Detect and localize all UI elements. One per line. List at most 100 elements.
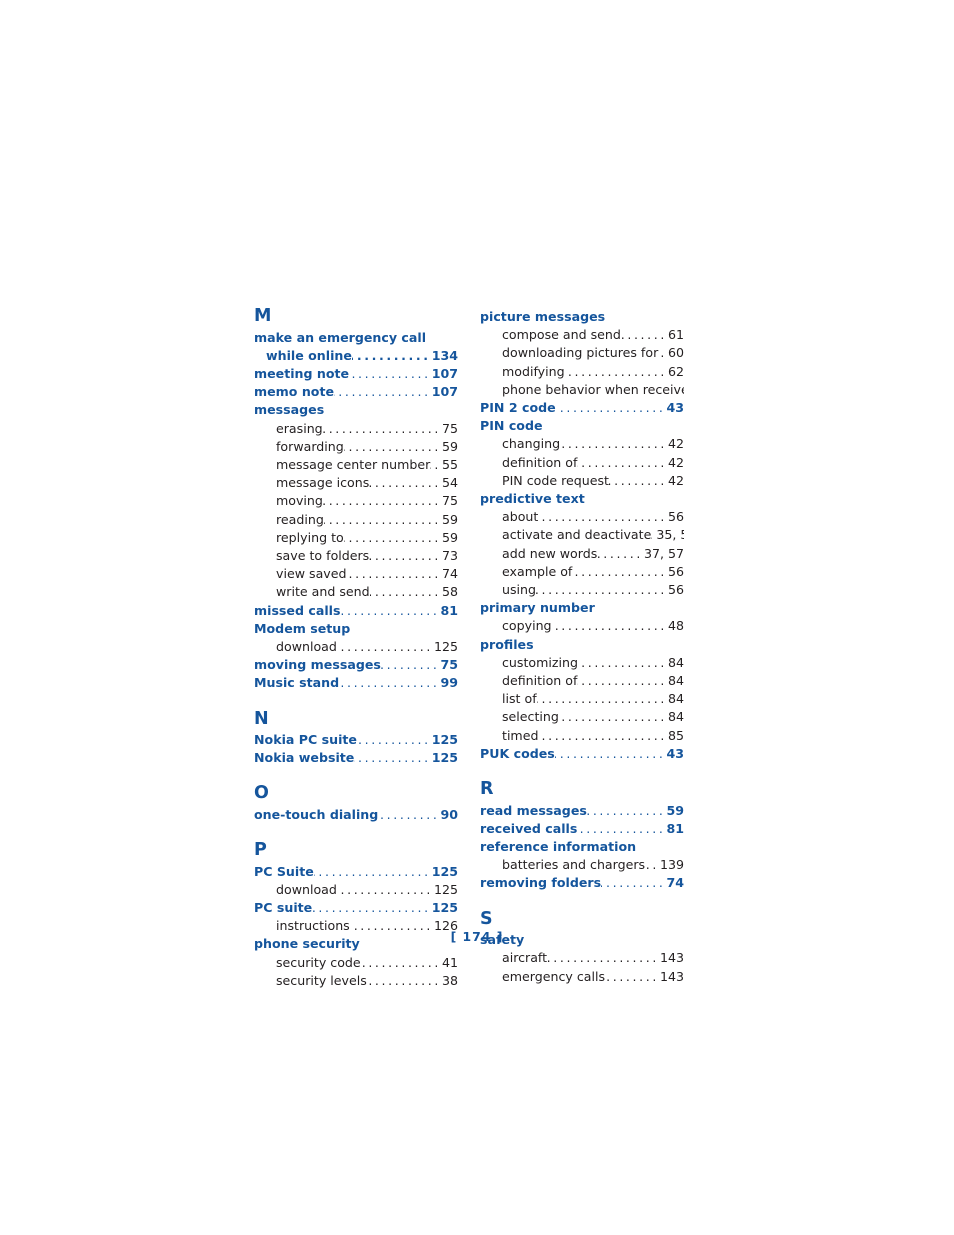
index-entry[interactable]: read messages...........................… [480, 802, 684, 820]
index-entry[interactable]: definition of...........................… [480, 454, 684, 472]
index-entry[interactable]: PC suite................................… [254, 899, 458, 917]
index-entry-label: memo note [254, 384, 335, 400]
index-entry-page-number: 75 [441, 420, 458, 436]
index-entry-label: downloading pictures for [502, 345, 659, 361]
index-entry-page-number: 125 [431, 750, 458, 766]
index-entry[interactable]: while online............................… [254, 347, 458, 365]
section-letter-p: P [254, 840, 268, 861]
dot-leader: ........................................… [351, 347, 431, 363]
index-entry[interactable]: reference information...................… [480, 838, 684, 856]
index-entry-page-number: 43 [666, 400, 684, 416]
index-entry[interactable]: message center number...................… [254, 456, 458, 474]
index-entry[interactable]: security levels.........................… [254, 972, 458, 990]
index-entry[interactable]: timed...................................… [480, 727, 684, 745]
index-entry[interactable]: memo note...............................… [254, 383, 458, 401]
index-entry[interactable]: replying to.............................… [254, 529, 458, 547]
index-entry-label: meeting note [254, 365, 350, 381]
index-entry-label: one-touch dialing [254, 806, 379, 822]
index-entry[interactable]: message icons...........................… [254, 474, 458, 492]
index-entry[interactable]: save to folders.........................… [254, 547, 458, 565]
index-entry[interactable]: Nokia website...........................… [254, 749, 458, 767]
index-entry[interactable]: PUK codes...............................… [480, 745, 684, 763]
index-entry[interactable]: PIN code................................… [480, 417, 684, 435]
index-entry-page-number: 61 [667, 327, 684, 343]
index-entry[interactable]: customizing.............................… [480, 654, 684, 672]
index-entry[interactable]: using...................................… [480, 581, 684, 599]
index-entry[interactable]: primary number..........................… [480, 599, 684, 617]
index-entry-page-number: 54 [441, 475, 458, 491]
index-entry[interactable]: Modem setup.............................… [254, 620, 458, 638]
index-entry[interactable]: download................................… [254, 638, 458, 656]
index-entry[interactable]: moving messages.........................… [254, 656, 458, 674]
index-entry[interactable]: modifying...............................… [480, 363, 684, 381]
dot-leader: ........................................… [369, 475, 441, 491]
index-entry-label: received calls [480, 820, 578, 836]
dot-leader: ........................................… [537, 691, 667, 707]
index-entry[interactable]: changing................................… [480, 435, 684, 453]
index-entry[interactable]: profiles................................… [480, 636, 684, 654]
dot-leader: ........................................… [536, 582, 667, 598]
index-entry-page-number: 81 [666, 820, 684, 836]
index-entry[interactable]: erasing.................................… [254, 420, 458, 438]
index-entry[interactable]: activate and deactivate.................… [480, 526, 684, 544]
dot-leader: ........................................… [605, 968, 659, 984]
index-entry[interactable]: predictive text.........................… [480, 490, 684, 508]
index-entry[interactable]: reading.................................… [254, 511, 458, 529]
index-entry[interactable]: moving..................................… [254, 492, 458, 510]
dot-leader: ........................................… [620, 327, 667, 343]
index-entry-page-number: 81 [440, 602, 458, 618]
section-letter-m: M [254, 306, 272, 326]
index-entry-label: about [502, 509, 539, 525]
dot-leader: ........................................… [334, 384, 431, 400]
index-entry[interactable]: removing folders........................… [480, 874, 684, 892]
index-entry[interactable]: PIN 2 code..............................… [480, 399, 684, 417]
index-entry-label: PIN code request [502, 472, 609, 488]
index-entry[interactable]: add new words...........................… [480, 545, 684, 563]
index-entry[interactable]: view saved..............................… [254, 565, 458, 583]
index-entry[interactable]: PC Suite................................… [254, 863, 458, 881]
index-entry[interactable]: received calls..........................… [480, 820, 684, 838]
dot-leader: ........................................… [349, 365, 431, 381]
dot-leader: ........................................… [559, 709, 667, 725]
index-entry[interactable]: PIN code request........................… [480, 472, 684, 490]
index-entry[interactable]: example of..............................… [480, 563, 684, 581]
index-columns-container: Mmake an emergency call.................… [254, 306, 684, 990]
index-entry-page-number: 125 [433, 881, 458, 897]
dot-leader: ........................................… [378, 806, 440, 822]
index-entry[interactable]: meeting note............................… [254, 365, 458, 383]
index-entry[interactable]: aircraft................................… [480, 949, 684, 967]
dot-leader: ........................................… [538, 509, 667, 525]
index-entry[interactable]: selecting...............................… [480, 708, 684, 726]
index-entry-label: Modem setup [254, 620, 351, 636]
dot-leader: ........................................… [339, 675, 440, 691]
index-entry[interactable]: compose and send........................… [480, 326, 684, 344]
index-entry[interactable]: copying.................................… [480, 617, 684, 635]
index-entry[interactable]: picture messages........................… [480, 308, 684, 326]
index-entry-label: security code [276, 954, 361, 970]
index-entry[interactable]: list of.................................… [480, 690, 684, 708]
index-entry[interactable]: Nokia PC suite..........................… [254, 731, 458, 749]
index-entry[interactable]: Music stand.............................… [254, 674, 458, 692]
index-entry[interactable]: phone behavior when received............… [480, 381, 684, 399]
index-entry[interactable]: messages................................… [254, 401, 458, 419]
dot-leader: ........................................… [577, 820, 666, 836]
index-entry-label: definition of [502, 673, 578, 689]
index-entry-page-number: 84 [667, 654, 684, 670]
index-entry[interactable]: about...................................… [480, 508, 684, 526]
index-entry[interactable]: batteries and chargers..................… [480, 856, 684, 874]
index-entry[interactable]: missed calls............................… [254, 602, 458, 620]
index-entry[interactable]: forwarding..............................… [254, 438, 458, 456]
index-entry[interactable]: security code...........................… [254, 954, 458, 972]
index-entry[interactable]: one-touch dialing.......................… [254, 806, 458, 824]
index-entry-page-number: 75 [441, 493, 458, 509]
index-entry[interactable]: write and send..........................… [254, 583, 458, 601]
index-entry[interactable]: emergency calls.........................… [480, 968, 684, 986]
index-entry[interactable]: download................................… [254, 881, 458, 899]
index-entry[interactable]: downloading pictures for................… [480, 344, 684, 362]
index-entry[interactable]: make an emergency call..................… [254, 329, 458, 347]
index-entry[interactable]: definition of...........................… [480, 672, 684, 690]
index-entry-page-number: 107 [431, 384, 458, 400]
index-entry-page-number: 107 [431, 365, 458, 381]
dot-leader: ........................................… [322, 420, 441, 436]
index-entry-label: add new words [502, 545, 598, 561]
